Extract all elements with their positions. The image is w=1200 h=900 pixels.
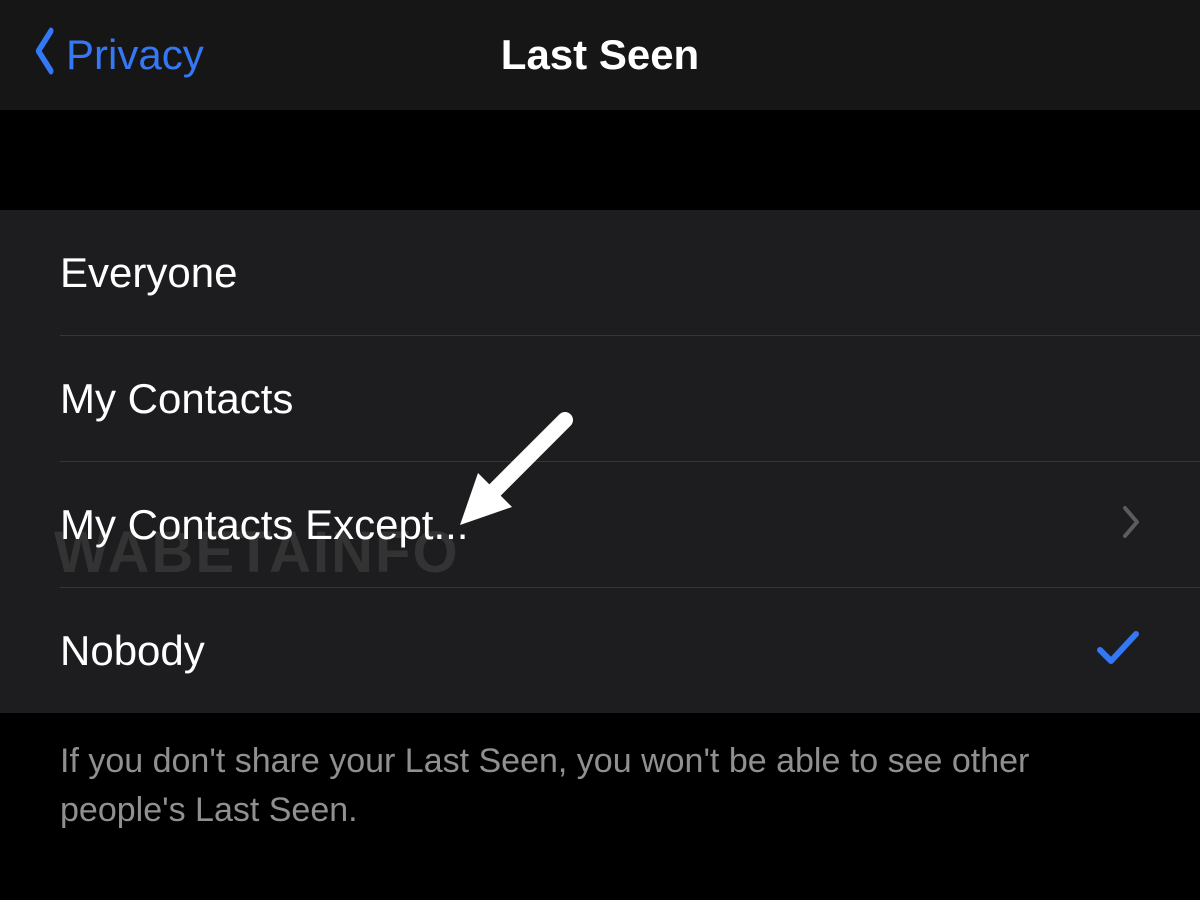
back-button[interactable]: Privacy (30, 27, 204, 84)
back-label: Privacy (66, 31, 204, 79)
option-label: Everyone (60, 249, 237, 297)
footer-note: If you don't share your Last Seen, you w… (0, 713, 1200, 860)
chevron-right-icon (1122, 501, 1140, 549)
header-bar: Privacy Last Seen (0, 0, 1200, 110)
option-nobody[interactable]: Nobody (0, 588, 1200, 713)
page-title: Last Seen (501, 31, 699, 79)
chevron-left-icon (34, 27, 54, 84)
options-list: Everyone My Contacts My Contacts Except.… (0, 210, 1200, 713)
option-label: Nobody (60, 627, 205, 675)
spacer-band (0, 110, 1200, 210)
option-my-contacts-except[interactable]: My Contacts Except... (0, 462, 1200, 587)
option-my-contacts[interactable]: My Contacts (0, 336, 1200, 461)
option-label: My Contacts (60, 375, 293, 423)
checkmark-icon (1096, 621, 1140, 681)
option-label: My Contacts Except... (60, 501, 468, 549)
option-everyone[interactable]: Everyone (0, 210, 1200, 335)
